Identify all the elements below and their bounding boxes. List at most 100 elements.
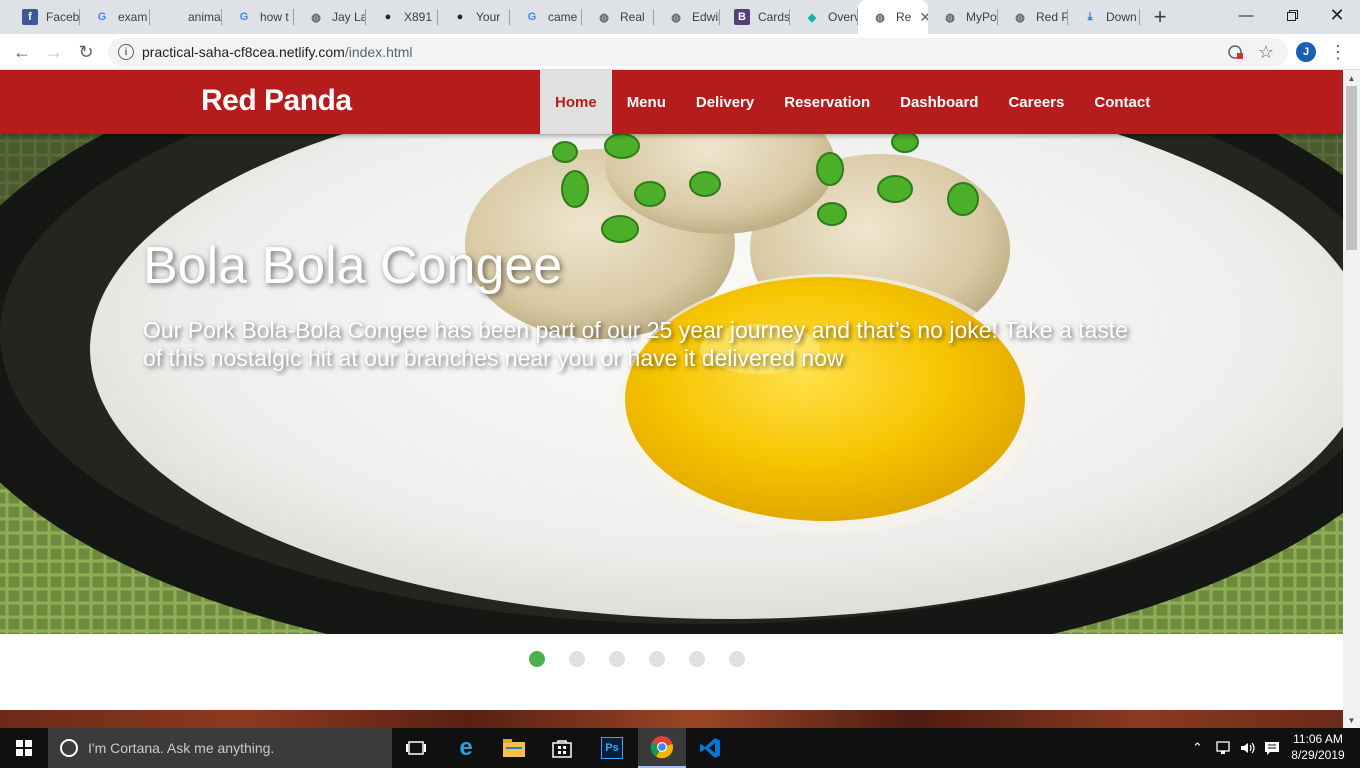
hero-carousel: Bola Bola Congee Our Pork Bola-Bola Cong…	[0, 134, 1343, 634]
browser-tab[interactable]: ● X891	[366, 0, 438, 34]
back-button[interactable]: ←	[8, 38, 36, 66]
browser-tab-label: MyPo	[966, 10, 997, 24]
browser-tab[interactable]: ◍ MyPo	[928, 0, 998, 34]
nav-link-contact[interactable]: Contact	[1079, 70, 1165, 134]
carousel-indicator-dot[interactable]	[609, 651, 625, 667]
google-icon: G	[527, 11, 537, 23]
browser-tab[interactable]: ◍ Re ✕	[858, 0, 928, 34]
start-button[interactable]	[0, 728, 48, 768]
hero-congee-image	[0, 134, 1343, 634]
minimize-button[interactable]: —	[1223, 0, 1269, 30]
browser-tab-label: Overv	[828, 10, 858, 24]
nav-link-careers[interactable]: Careers	[993, 70, 1079, 134]
photoshop-icon[interactable]: Ps	[588, 728, 636, 768]
site-info-icon[interactable]: i	[118, 44, 134, 60]
url-path: /index.html	[344, 44, 413, 60]
reload-button[interactable]: ↻	[72, 38, 100, 66]
globe-icon: ◍	[311, 11, 321, 24]
volume-icon[interactable]	[1240, 728, 1256, 768]
browser-tab-label: Re	[896, 10, 912, 24]
browser-tab-label: came	[548, 10, 578, 24]
vscode-icon[interactable]	[686, 728, 734, 768]
profile-avatar[interactable]: J	[1292, 38, 1320, 66]
google-icon: G	[97, 11, 107, 23]
scrollbar-thumb[interactable]	[1346, 86, 1357, 250]
browser-tab-label: Your	[476, 10, 501, 24]
github-icon: ●	[384, 11, 392, 23]
nav-link-home[interactable]: Home	[540, 70, 612, 134]
profile-initial: J	[1296, 42, 1316, 62]
browser-tab[interactable]: Ghow t	[222, 0, 294, 34]
browser-tab[interactable]: ● Your	[438, 0, 510, 34]
bookmark-star-icon[interactable]: ☆	[1252, 38, 1280, 66]
browser-tab-label: anima	[188, 10, 221, 24]
nav-link-delivery[interactable]: Delivery	[681, 70, 769, 134]
facebook-icon: f	[22, 9, 38, 25]
nav-link-dashboard[interactable]: Dashboard	[885, 70, 993, 134]
close-window-button[interactable]: ✕	[1314, 0, 1360, 30]
system-clock[interactable]: 11:06 AM 8/29/2019	[1286, 731, 1350, 763]
blank-page-icon	[164, 9, 180, 25]
browser-tab[interactable]: ◍ Red P	[998, 0, 1068, 34]
google-icon: G	[239, 11, 249, 23]
browser-tab[interactable]: f Faceb	[8, 0, 80, 34]
carousel-indicator-dot[interactable]	[649, 651, 665, 667]
close-tab-icon[interactable]: ✕	[919, 9, 928, 26]
scroll-down-arrow[interactable]: ▼	[1343, 712, 1360, 728]
carousel-indicator-dot[interactable]	[569, 651, 585, 667]
browser-tab[interactable]: ⤓ Down	[1068, 0, 1140, 34]
browser-tab-label: Faceb	[46, 10, 80, 24]
cortana-search-box[interactable]: I'm Cortana. Ask me anything.	[48, 728, 392, 768]
restore-button[interactable]	[1269, 0, 1315, 30]
globe-icon: ◍	[1015, 11, 1025, 24]
browser-tab[interactable]: Gcame	[510, 0, 582, 34]
new-tab-button[interactable]: +	[1147, 4, 1173, 30]
browser-toolbar: ← → ↻ i practical-saha-cf8cea.netlify.co…	[0, 34, 1360, 70]
browser-tab[interactable]: ◆ Overv	[790, 0, 858, 34]
nav-link-menu[interactable]: Menu	[612, 70, 681, 134]
browser-tab[interactable]: ◍ Edwil	[654, 0, 720, 34]
browser-tab-label: Cards	[758, 10, 790, 24]
hero-title: Bola Bola Congee	[143, 237, 563, 295]
task-view-icon[interactable]	[392, 728, 440, 768]
next-section-image	[0, 710, 1343, 728]
globe-icon: ◍	[945, 11, 955, 24]
scroll-up-arrow[interactable]: ▲	[1343, 70, 1360, 86]
show-hidden-icons[interactable]: ⌃	[1192, 728, 1203, 768]
network-icon[interactable]	[1216, 728, 1232, 768]
bootstrap-icon: B	[734, 9, 750, 25]
nav-link-reservation[interactable]: Reservation	[769, 70, 885, 134]
site-nav-links: Home Menu Delivery Reservation Dashboard Care…	[540, 70, 1165, 134]
url-host: practical-saha-cf8cea.netlify.com	[142, 44, 345, 60]
clock-date: 8/29/2019	[1291, 748, 1345, 762]
cortana-icon	[60, 739, 78, 757]
carousel-indicator-dot[interactable]	[689, 651, 705, 667]
carousel-indicators	[0, 651, 1343, 671]
carousel-indicator-dot[interactable]	[729, 651, 745, 667]
browser-tab-label: how t	[260, 10, 289, 24]
browser-menu-icon[interactable]: ⋮	[1324, 38, 1352, 66]
browser-tab-label: Edwil	[692, 10, 720, 24]
tab-separator	[1139, 9, 1140, 25]
chrome-taskbar-icon[interactable]	[638, 728, 686, 768]
browser-tab[interactable]: B Cards	[720, 0, 790, 34]
carousel-indicator-dot[interactable]	[529, 651, 545, 667]
file-explorer-icon[interactable]	[490, 728, 538, 768]
edge-browser-icon[interactable]: e	[442, 728, 490, 768]
browser-tab[interactable]: ◍ Real	[582, 0, 654, 34]
action-center-icon[interactable]	[1264, 728, 1280, 768]
browser-tab[interactable]: Gexam	[80, 0, 150, 34]
site-brand[interactable]: Red Panda	[201, 84, 352, 118]
browser-tab-label: Real	[620, 10, 645, 24]
page-viewport: Red Panda Home Menu Delivery Reservation Das…	[0, 70, 1343, 728]
download-icon: ⤓	[1087, 10, 1093, 23]
address-bar[interactable]: i practical-saha-cf8cea.netlify.com/inde…	[108, 38, 1288, 66]
clock-time: 11:06 AM	[1293, 732, 1343, 746]
forward-button[interactable]: →	[40, 38, 68, 66]
browser-tab[interactable]: anima	[150, 0, 222, 34]
hero-description: Our Pork Bola-Bola Congee has been part …	[143, 317, 1128, 371]
browser-tab[interactable]: ◍ Jay La	[294, 0, 366, 34]
microsoft-store-icon[interactable]	[538, 728, 586, 768]
cookie-blocked-icon[interactable]	[1222, 38, 1250, 66]
browser-tab-label: Red P	[1036, 10, 1068, 24]
